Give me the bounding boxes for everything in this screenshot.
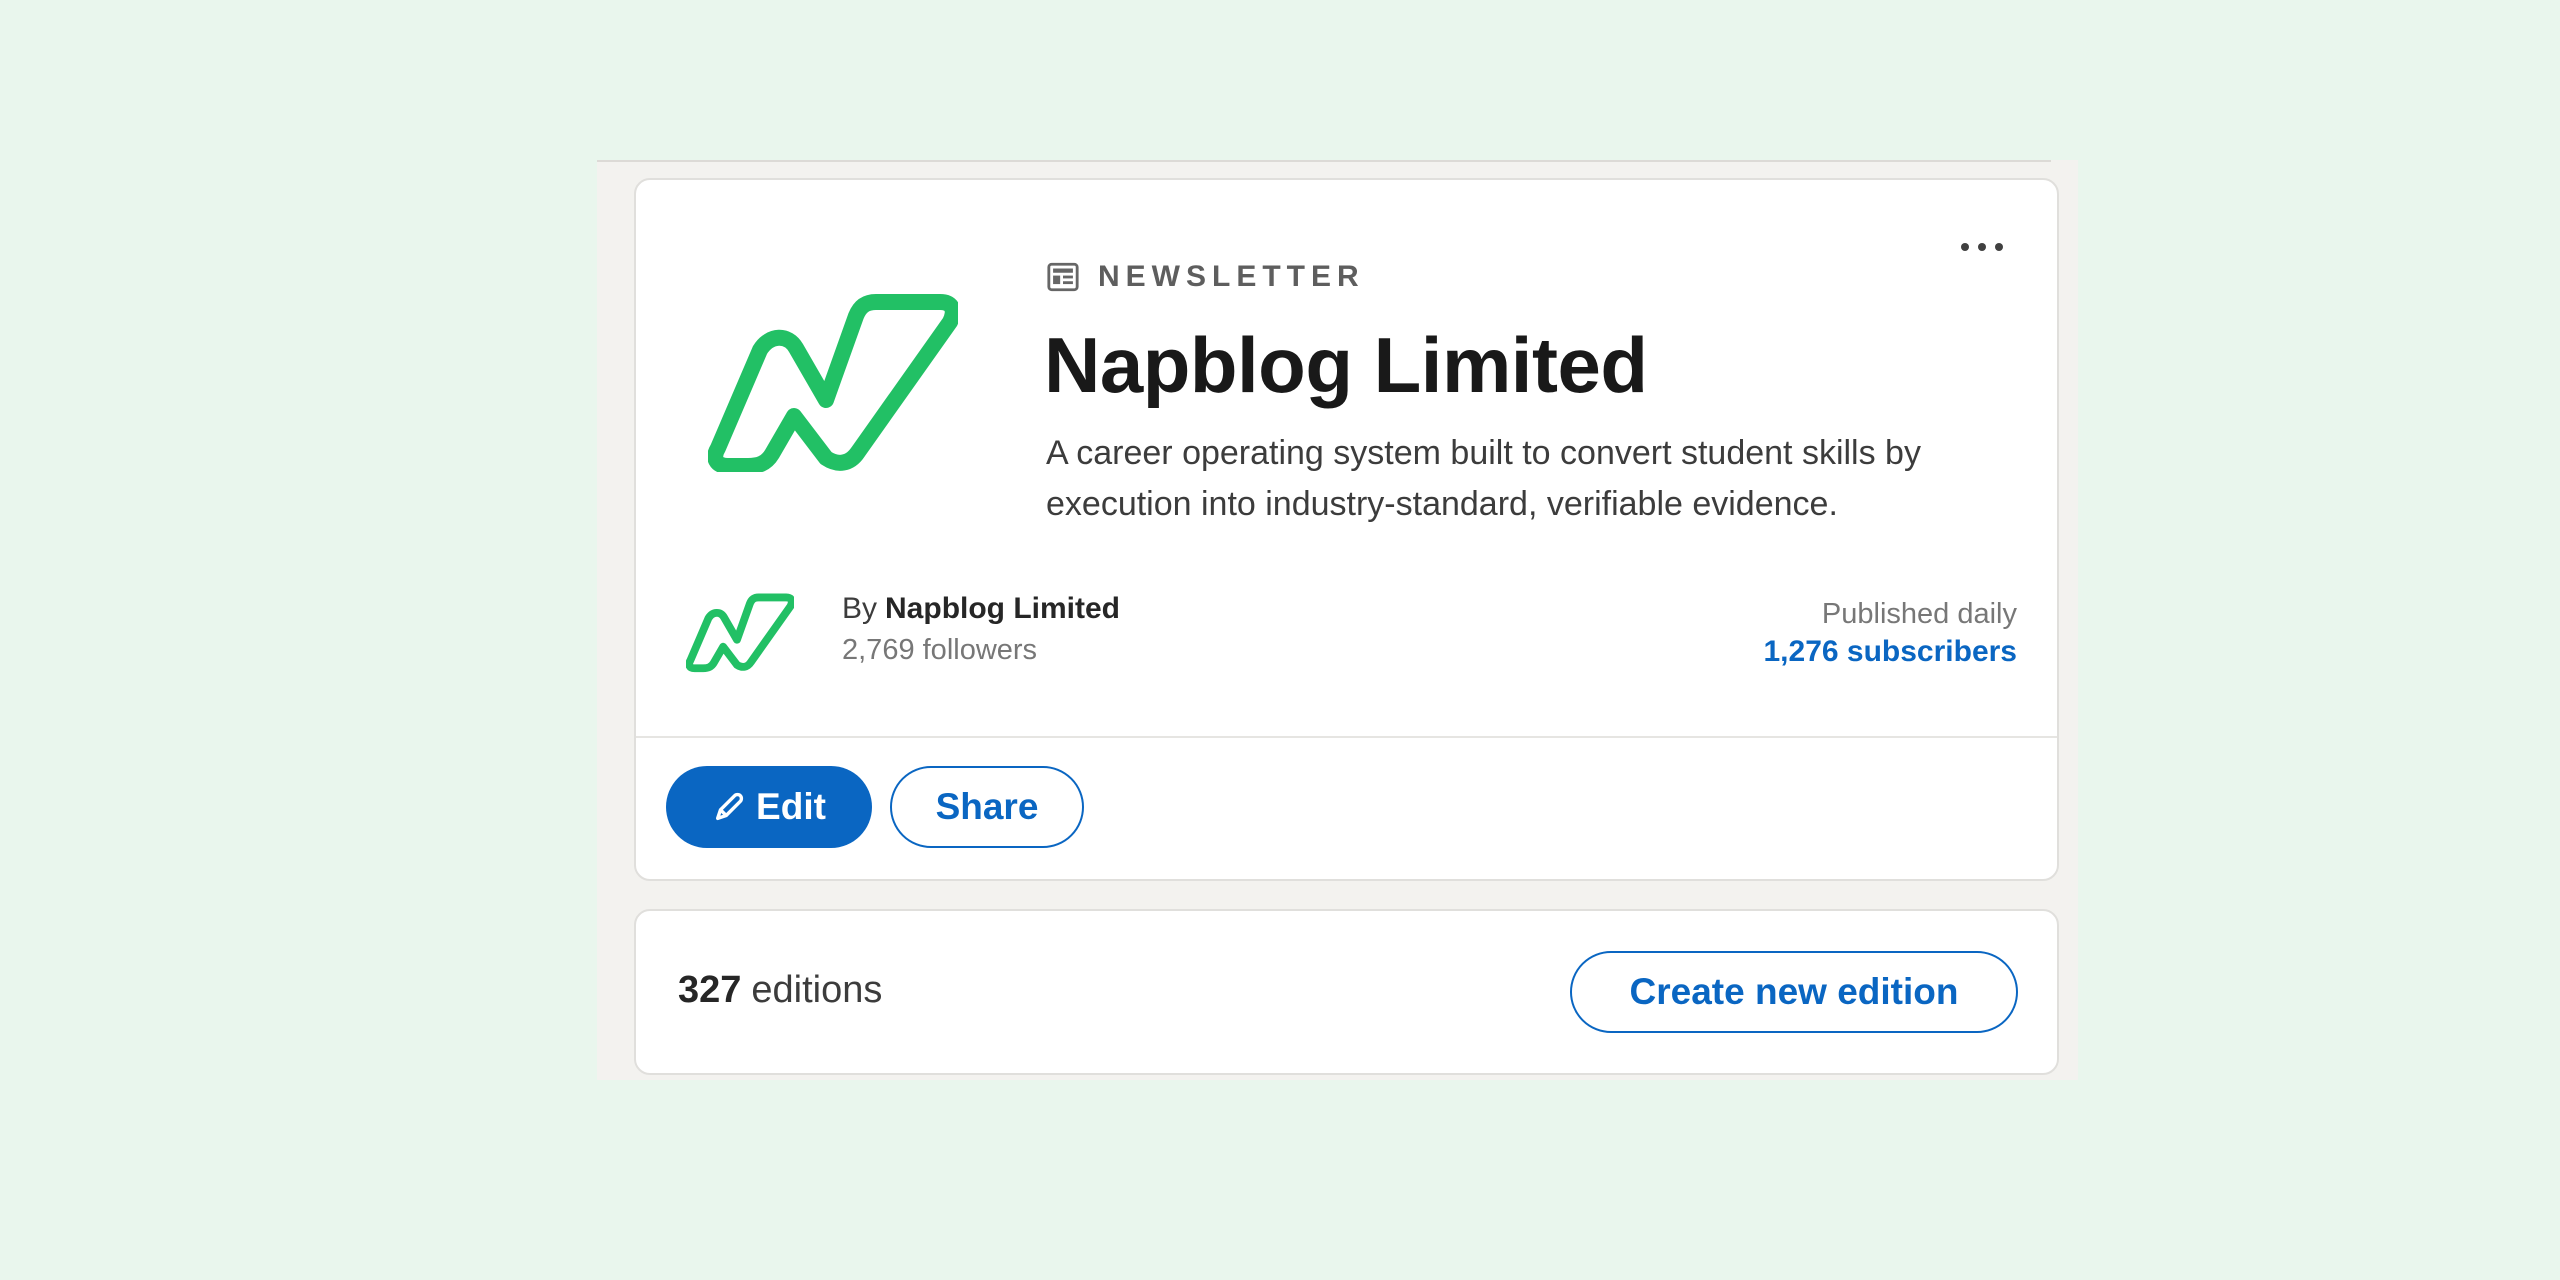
more-icon bbox=[1961, 243, 1969, 251]
publish-frequency: Published daily bbox=[1821, 598, 2017, 630]
more-icon-dot bbox=[1995, 243, 2003, 251]
create-new-edition-label: Create new edition bbox=[1629, 971, 1959, 1012]
newsletter-description: A career operating system built to conve… bbox=[1046, 434, 1921, 523]
by-label: By bbox=[842, 592, 878, 625]
editions-label: editions bbox=[751, 969, 883, 1011]
edit-label: Edit bbox=[756, 786, 826, 827]
share-button[interactable]: Share bbox=[890, 766, 1084, 848]
share-label: Share bbox=[935, 786, 1039, 827]
newsletter-card: NEWSLETTER Napblog Limited A career oper… bbox=[634, 178, 2059, 881]
editions-number: 327 bbox=[678, 969, 742, 1011]
newsletter-label: NEWSLETTER bbox=[1098, 260, 1365, 293]
more-options-button[interactable] bbox=[1947, 224, 2017, 270]
create-new-edition-button[interactable]: Create new edition bbox=[1570, 951, 2018, 1033]
newsletter-kicker: NEWSLETTER bbox=[1046, 260, 1365, 294]
author-avatar[interactable] bbox=[686, 590, 794, 674]
more-icon-dot bbox=[1978, 243, 1986, 251]
subscribers-link[interactable]: 1,276 subscribers bbox=[1764, 635, 2018, 669]
editions-card: 327 editions Create new edition bbox=[634, 909, 2059, 1075]
newsletter-title: Napblog Limited bbox=[1044, 321, 1648, 409]
author-byline: By Napblog Limited bbox=[842, 592, 1120, 626]
author-name-link[interactable]: Napblog Limited bbox=[885, 592, 1120, 625]
card-divider bbox=[636, 736, 2057, 738]
panel-top-divider bbox=[597, 160, 2051, 162]
author-followers: 2,769 followers bbox=[842, 634, 1038, 666]
newsletter-icon bbox=[1047, 262, 1079, 292]
pencil-icon bbox=[716, 792, 744, 821]
editions-count: 327 editions bbox=[678, 969, 882, 1012]
edit-button[interactable]: Edit bbox=[666, 766, 872, 848]
napblog-logo bbox=[708, 294, 958, 472]
